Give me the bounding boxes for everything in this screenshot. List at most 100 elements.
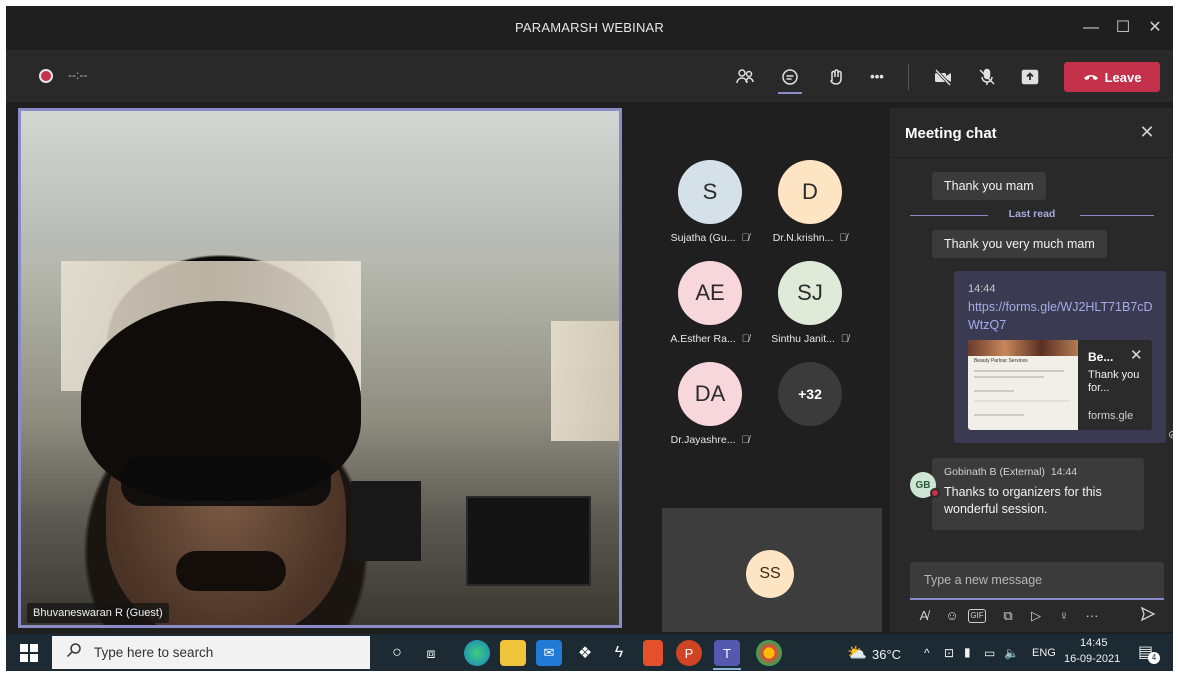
weather-temperature[interactable]: 36°C [872, 647, 901, 662]
teams-window: PARAMARSH WEBINAR — ☐ ✕ --:-- ••• Leave … [6, 6, 1173, 671]
people-icon[interactable] [732, 64, 758, 90]
file-explorer-icon[interactable] [500, 640, 526, 666]
preview-description: Thank you for... [1088, 369, 1140, 394]
message-time: 14:44 [1050, 466, 1078, 478]
more-participants-button[interactable]: +32 [755, 362, 865, 426]
share-icon[interactable] [1017, 64, 1043, 90]
meeting-timer: --:-- [68, 68, 88, 82]
participant-tile[interactable]: AE A.Esther Ra... 🎙̸ [655, 261, 765, 345]
chat-message: Thank you mam [932, 172, 1046, 200]
close-icon[interactable]: ✕ [1135, 120, 1159, 144]
participant-tile[interactable]: DA Dr.Jayashre... 🎙̸ [655, 362, 765, 446]
reactions-icon[interactable] [823, 64, 849, 90]
gif-icon[interactable]: GIF [968, 609, 986, 623]
cortana-icon[interactable]: ○ [384, 640, 410, 666]
network-icon[interactable]: ▭ [984, 646, 995, 660]
edge-icon[interactable] [464, 640, 490, 666]
notification-badge: 4 [1148, 652, 1160, 664]
video-person [176, 551, 286, 591]
preview-image-title: Beauty Parlour Services [974, 358, 1028, 364]
avatar: DA [678, 362, 742, 426]
message-text: Thanks to organizers for this wonderful … [944, 485, 1102, 516]
clock-time[interactable]: 14:45 [1080, 637, 1108, 649]
video-background [466, 496, 591, 586]
more-participants-count: +32 [778, 362, 842, 426]
format-icon[interactable]: A̸ [914, 606, 934, 626]
chat-icon[interactable] [777, 64, 803, 90]
close-icon[interactable]: ✕ [1130, 346, 1143, 364]
participant-tile[interactable]: D Dr.N.krishn... 🎙̸ [755, 160, 865, 244]
mic-off-icon: 🎙̸ [840, 333, 849, 345]
weather-icon[interactable]: ⛅ [844, 640, 870, 666]
search-placeholder: Type here to search [94, 645, 214, 660]
participant-gallery: S Sujatha (Gu... 🎙̸ D Dr.N.krishn... 🎙̸ AE… [628, 108, 890, 632]
language-indicator[interactable]: ENG [1032, 647, 1056, 659]
leave-label: Leave [1104, 69, 1142, 85]
send-icon[interactable] [1138, 606, 1158, 626]
meet-icon[interactable]: ⊡ [944, 646, 954, 660]
message-author: Gobinath B (External) [944, 466, 1045, 478]
meeting-toolbar: --:-- ••• Leave [6, 50, 1173, 102]
more-actions-button[interactable]: ••• [864, 64, 890, 90]
title-bar: PARAMARSH WEBINAR — ☐ ✕ [6, 6, 1173, 50]
avatar: D [778, 160, 842, 224]
video-person [121, 456, 331, 506]
office-icon[interactable] [643, 640, 663, 666]
participant-name: Sujatha (Gu... [670, 232, 736, 244]
volume-icon[interactable]: 🔈 [1004, 646, 1019, 660]
close-button[interactable]: ✕ [1141, 14, 1169, 42]
recording-icon [39, 69, 53, 83]
powerpoint-icon[interactable]: P [676, 640, 702, 666]
chrome-icon[interactable] [756, 640, 782, 666]
chat-title: Meeting chat [905, 125, 997, 142]
maximize-button[interactable]: ☐ [1109, 14, 1137, 42]
toolbar-divider [908, 64, 909, 90]
clock-date[interactable]: 16-09-2021 [1064, 653, 1120, 665]
taskbar-search[interactable]: Type here to search [52, 636, 370, 669]
sticker-icon[interactable]: ⧉ [998, 606, 1018, 626]
last-read-divider: Last read [910, 208, 1154, 224]
camera-off-icon[interactable] [930, 64, 956, 90]
video-background [351, 481, 421, 561]
compose-box[interactable] [910, 562, 1164, 600]
mic-off-icon: 🎙̸ [741, 434, 750, 446]
minimize-button[interactable]: — [1077, 14, 1105, 42]
avatar: SS [746, 550, 794, 598]
leave-button[interactable]: Leave [1064, 62, 1160, 92]
windows-start-icon[interactable] [20, 644, 38, 662]
chat-message: Thank you very much mam [932, 230, 1107, 258]
preview-domain: forms.gle [1088, 410, 1134, 422]
self-video-tile[interactable]: SS [662, 508, 882, 632]
participant-tile[interactable]: SJ Sinthu Janit... 🎙̸ [755, 261, 865, 345]
more-options-button[interactable]: ··· [1082, 606, 1102, 626]
praise-icon[interactable]: ♀ [1054, 606, 1074, 626]
participant-name: Dr.N.krishn... [772, 232, 834, 244]
message-input[interactable] [910, 562, 1164, 598]
windows-taskbar: Type here to search ○ ⧈ ✉ ❖ ϟ P T ⛅ 36°C… [6, 634, 1173, 671]
mic-off-icon: 🎙̸ [741, 333, 750, 345]
winamp-icon[interactable]: ϟ [606, 640, 632, 666]
participant-name: Dr.Jayashre... [670, 434, 736, 446]
task-view-icon[interactable]: ⧈ [418, 640, 444, 666]
mic-off-icon[interactable] [974, 64, 1000, 90]
dropbox-icon[interactable]: ❖ [572, 640, 598, 666]
main-video-tile[interactable]: Bhuvaneswaran R (Guest) [18, 108, 622, 628]
participant-name-tag: Bhuvaneswaran R (Guest) [27, 603, 169, 623]
link-preview-card[interactable]: Beauty Parlour Services Be... ✕ Thank yo… [968, 340, 1152, 430]
participant-name: Sinthu Janit... [771, 333, 835, 345]
avatar: SJ [778, 261, 842, 325]
window-title: PARAMARSH WEBINAR [514, 20, 665, 35]
chevron-up-icon[interactable]: ^ [924, 646, 930, 660]
presence-status-icon [930, 488, 940, 498]
battery-icon[interactable]: ▮ [964, 645, 971, 659]
video-background [21, 111, 619, 251]
participant-tile[interactable]: S Sujatha (Gu... 🎙̸ [655, 160, 765, 244]
meet-now-icon[interactable]: ▷ [1026, 606, 1046, 626]
teams-icon[interactable]: T [714, 640, 740, 666]
mail-icon[interactable]: ✉ [536, 640, 562, 666]
emoji-icon[interactable]: ☺ [942, 606, 962, 626]
message-link[interactable]: https://forms.gle/WJ2HLT71B7cDWtzQ7 [968, 298, 1158, 334]
chat-header: Meeting chat ✕ [890, 108, 1173, 158]
compose-toolbar: A̸ ☺ GIF ⧉ ▷ ♀ ··· [910, 604, 1164, 628]
avatar: AE [678, 261, 742, 325]
